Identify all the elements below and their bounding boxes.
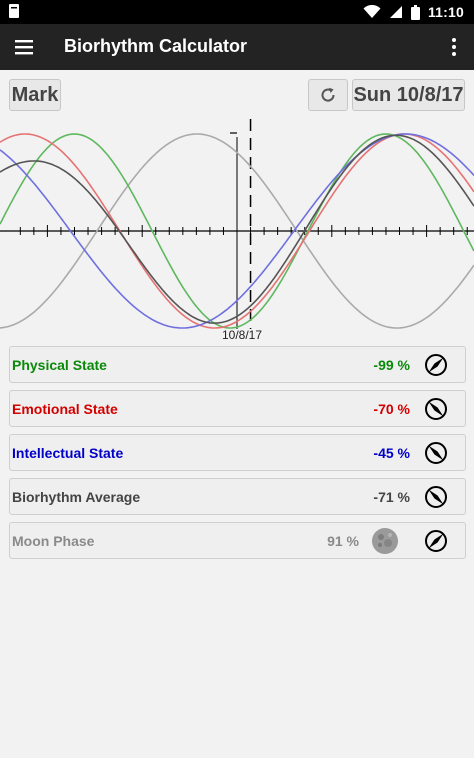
status-clock: 11:10 [427,4,464,20]
compass-toggle-icon[interactable] [424,485,448,509]
intellectual-state-value: -45 % [373,445,410,461]
physical-state-value: -99 % [373,357,410,373]
reset-button[interactable] [308,79,348,111]
status-bar: 11:10 [0,0,474,24]
biorhythm-average-value: -71 % [373,489,410,505]
cell-signal-icon [389,6,402,18]
moon-phase-value: 91 % [327,533,359,549]
app-bar: Biorhythm Calculator [0,24,474,70]
compass-toggle-icon[interactable] [424,529,448,553]
reset-icon [321,87,335,102]
compass-toggle-icon[interactable] [424,397,448,421]
page-title: Biorhythm Calculator [64,36,248,56]
biorhythm-average-row: Biorhythm Average -71 % [9,478,466,515]
moon-phase-icon [372,528,398,554]
notification-icon [9,4,19,18]
date-picker-button[interactable]: Sun 10/8/17 [352,79,465,111]
chart-date-label: 10/8/17 [222,328,262,342]
emotional-state-row: Emotional State -70 % [9,390,466,427]
emotional-state-value: -70 % [373,401,410,417]
compass-toggle-icon[interactable] [424,353,448,377]
mark-button[interactable]: Mark [9,79,61,111]
physical-state-label: Physical State [12,357,107,373]
wifi-icon [363,5,381,18]
hamburger-menu-icon[interactable] [12,36,36,58]
compass-toggle-icon[interactable] [424,441,448,465]
intellectual-state-label: Intellectual State [12,445,124,461]
intellectual-state-row: Intellectual State -45 % [9,434,466,471]
physical-state-row: Physical State -99 % [9,346,466,383]
moon-phase-row: Moon Phase 91 % [9,522,466,559]
emotional-state-label: Emotional State [12,401,118,417]
moon-phase-label: Moon Phase [12,533,95,549]
biorhythm-chart[interactable]: 10/8/17 [0,117,474,345]
overflow-menu-icon[interactable] [444,36,464,58]
biorhythm-average-label: Biorhythm Average [12,489,141,505]
battery-icon [410,4,420,20]
